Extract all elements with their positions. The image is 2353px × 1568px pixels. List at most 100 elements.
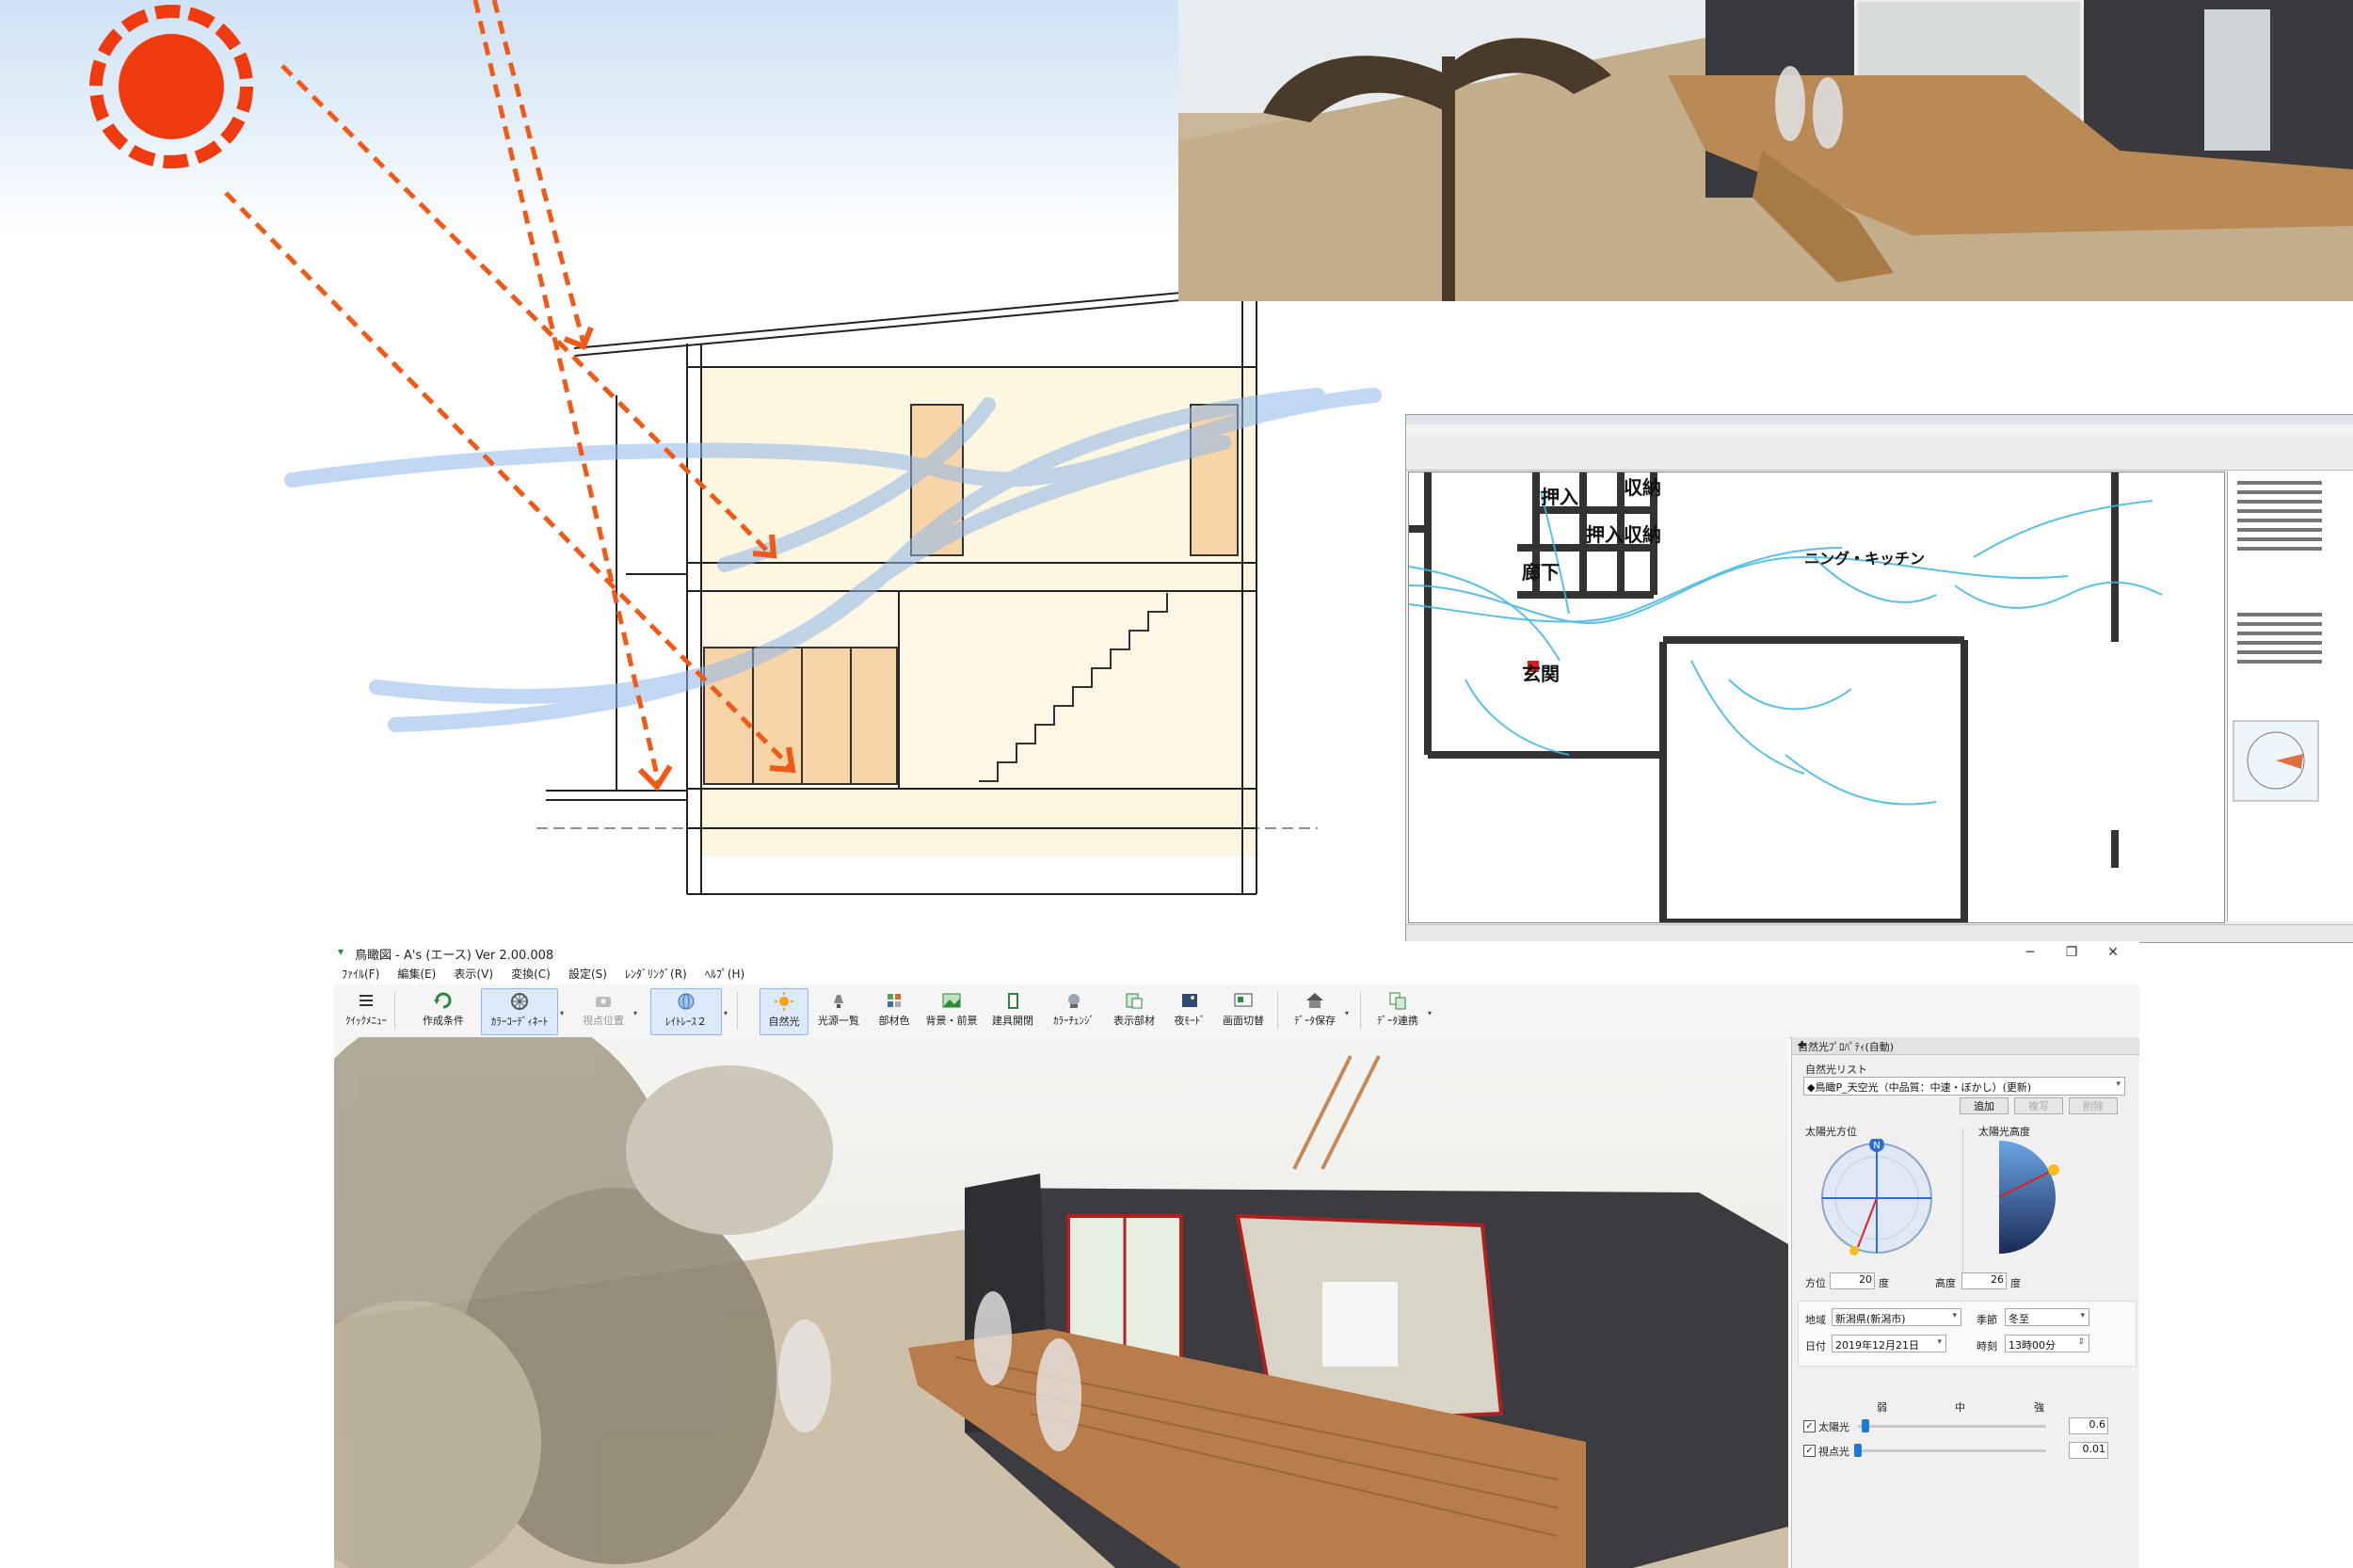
house-section — [536, 286, 1318, 895]
parts-icon — [1126, 993, 1143, 1009]
date-label: 日付 — [1805, 1340, 1826, 1352]
chevron-down-icon[interactable]: ▾ — [560, 1009, 564, 1017]
raytrace-label: ﾚｲﾄﾚｰｽ２ — [665, 1016, 707, 1028]
natural-light-list-select[interactable]: ◆鳥瞰P_天空光（中品質：中速・ぼかし）(更新) ▾ — [1803, 1077, 2125, 1096]
add-button[interactable]: 追加 — [1960, 1097, 2009, 1114]
date-picker[interactable]: 2019年12月21日 ▾ — [1832, 1335, 1946, 1352]
sunlight-slider-track[interactable] — [1858, 1425, 2046, 1428]
chevron-down-icon: ▾ — [2116, 1080, 2121, 1089]
viewlight-checkbox[interactable]: ✓ — [1803, 1445, 1816, 1457]
3d-viewport[interactable] — [334, 1037, 1788, 1568]
light-list-button[interactable]: 光源一覧 — [812, 988, 865, 1033]
titlebar: ▾ 鳥瞰図 - A's (エース) Ver 2.00.008 ─ ❐ ✕ — [334, 941, 2139, 964]
azimuth-compass[interactable]: N — [1813, 1139, 1945, 1261]
chevron-down-icon[interactable]: ▾ — [633, 1009, 637, 1017]
cfd-toolbar — [1406, 436, 2353, 471]
region-select[interactable]: 新潟県(新潟市) ▾ — [1832, 1308, 1961, 1326]
toolbar-separator — [737, 992, 738, 1030]
altitude-input[interactable]: 26 — [1961, 1272, 2007, 1289]
background-button[interactable]: 背景・前景 — [923, 988, 980, 1033]
sun-icon — [89, 5, 253, 168]
time-spinner[interactable]: 13時00分 ⇕ — [2005, 1335, 2089, 1352]
data-save-label: ﾃﾞｰﾀ保存 — [1294, 1015, 1336, 1027]
menu-edit[interactable]: 編集(E) — [397, 964, 436, 984]
menu-settings[interactable]: 設定(S) — [568, 964, 607, 984]
sunlight-slider-thumb[interactable] — [1862, 1419, 1869, 1432]
viewlight-label: 視点光 — [1818, 1446, 1849, 1458]
color-coordinate-button[interactable]: ｶﾗｰｺｰﾃﾞｨﾈｰﾄ — [481, 988, 558, 1035]
menu-view[interactable]: 表示(V) — [454, 964, 493, 984]
room-label-roka: 廊下 — [1522, 561, 1560, 584]
create-conditions-button[interactable]: 作成条件 — [419, 988, 468, 1033]
floor-plan-view: 押入 押入 収納 収納 廊下 玄関 ニング・キッチン — [1408, 472, 2225, 923]
menu-convert[interactable]: 変換(C) — [511, 964, 551, 984]
maximize-button[interactable]: ❐ — [2053, 943, 2090, 962]
natural-light-button[interactable]: 自然光 — [760, 988, 808, 1035]
material-color-button[interactable]: 部材色 — [872, 988, 916, 1033]
viewlight-slider-thumb[interactable] — [1854, 1444, 1862, 1457]
room-label-oshiire-1: 押入 — [1541, 486, 1578, 508]
close-button[interactable]: ✕ — [2094, 943, 2132, 962]
quick-menu-button[interactable]: ｸｲｯｸﾒﾆｭｰ — [344, 988, 389, 1033]
data-link-button[interactable]: ﾃﾞｰﾀ連携 — [1371, 988, 1424, 1033]
color-change-button[interactable]: ｶﾗｰﾁｪﾝｼﾞ — [1046, 988, 1102, 1033]
time-value: 13時00分 — [2009, 1339, 2056, 1352]
region-value: 新潟県(新潟市) — [1835, 1313, 1906, 1325]
viewlight-input[interactable]: 0.01 — [2069, 1442, 2108, 1459]
room-label-genkan: 玄関 — [1522, 663, 1560, 685]
menu-rendering[interactable]: ﾚﾝﾀﾞﾘﾝｸﾞ(R) — [625, 964, 687, 984]
chevron-down-icon: ▾ — [1952, 1311, 1957, 1320]
chevron-down-icon[interactable]: ▾ — [1345, 1009, 1349, 1017]
sunlight-checkbox[interactable]: ✓ — [1803, 1420, 1816, 1432]
fixture-open-button[interactable]: 建具開閉 — [987, 988, 1038, 1033]
data-save-button[interactable]: ﾃﾞｰﾀ保存 — [1289, 988, 1341, 1033]
azimuth-input[interactable]: 20 — [1830, 1272, 1875, 1289]
delete-button[interactable]: 削除 — [2069, 1097, 2118, 1114]
window-title: 鳥瞰図 - A's (エース) Ver 2.00.008 — [355, 949, 554, 963]
room-label-shuno-2: 収納 — [1624, 523, 1661, 546]
room-label-oshiire-2: 押入 — [1586, 523, 1624, 546]
raytrace-button[interactable]: ﾚｲﾄﾚｰｽ２ — [650, 988, 722, 1035]
room-label-shuno-1: 収納 — [1624, 476, 1661, 499]
menu-file[interactable]: ﾌｧｲﾙ(F) — [342, 964, 379, 984]
season-select[interactable]: 冬至 ▾ — [2005, 1308, 2089, 1326]
date-value: 2019年12月21日 — [1835, 1339, 1919, 1352]
minimize-button[interactable]: ─ — [2011, 943, 2049, 962]
data-link-label: ﾃﾞｰﾀ連携 — [1377, 1015, 1418, 1027]
data-link-icon — [1389, 992, 1406, 1010]
region-label: 地域 — [1805, 1314, 1826, 1326]
menu-help[interactable]: ﾍﾙﾌﾟ(H) — [705, 964, 744, 984]
chevron-down-icon[interactable]: ▾ — [1428, 1009, 1432, 1017]
natural-light-list-label: 自然光リスト — [1805, 1064, 1867, 1076]
screen-switch-label: 画面切替 — [1223, 1015, 1264, 1027]
azimuth-heading: 太陽光方位 — [1805, 1126, 1857, 1138]
fixture-open-label: 建具開閉 — [992, 1015, 1033, 1027]
scale-strong-label: 強 — [2034, 1401, 2044, 1414]
time-label: 時刻 — [1977, 1340, 1997, 1352]
swatch-icon — [888, 994, 901, 1007]
color-change-label: ｶﾗｰﾁｪﾝｼﾞ — [1053, 1015, 1095, 1027]
refresh-icon — [434, 992, 452, 1009]
sunlight-input[interactable]: 0.6 — [2069, 1417, 2108, 1434]
altitude-gauge[interactable] — [1980, 1139, 2084, 1261]
toolbar-separator — [1360, 992, 1361, 1030]
viewpoint-button[interactable]: 視点位置 — [575, 988, 632, 1033]
natural-light-property-panel: 自然光ﾌﾟﾛﾊﾟﾃｨ(自動) ✚ 自然光リスト ◆鳥瞰P_天空光（中品質：中速・… — [1791, 1037, 2139, 1568]
copy-button[interactable]: 複写 — [2014, 1097, 2063, 1114]
altitude-unit: 度 — [2010, 1277, 2021, 1289]
screen-icon — [1234, 993, 1253, 1007]
menubar: ﾌｧｲﾙ(F) 編集(E) 表示(V) 変換(C) 設定(S) ﾚﾝﾀﾞﾘﾝｸﾞ… — [334, 964, 2139, 984]
panel-header: 自然光ﾌﾟﾛﾊﾟﾃｨ(自動) ✚ — [1792, 1037, 2139, 1055]
azimuth-field-label: 方位 — [1805, 1277, 1826, 1289]
viewlight-slider-track[interactable] — [1858, 1449, 2046, 1452]
exterior-render-top — [1178, 0, 2353, 301]
screen-switch-button[interactable]: 画面切替 — [1217, 988, 1270, 1033]
altitude-heading: 太陽光高度 — [1978, 1126, 2030, 1138]
chevron-down-icon[interactable]: ▾ — [724, 1009, 728, 1017]
natural-light-label: 自然光 — [768, 1016, 800, 1028]
show-parts-button[interactable]: 表示部材 — [1108, 988, 1160, 1033]
pin-icon[interactable]: ✚ — [1798, 1039, 2137, 1051]
chevron-down-icon: ▾ — [1937, 1337, 1942, 1347]
night-mode-button[interactable]: 夜ﾓｰﾄﾞ — [1168, 988, 1211, 1033]
camera-icon — [596, 997, 611, 1007]
